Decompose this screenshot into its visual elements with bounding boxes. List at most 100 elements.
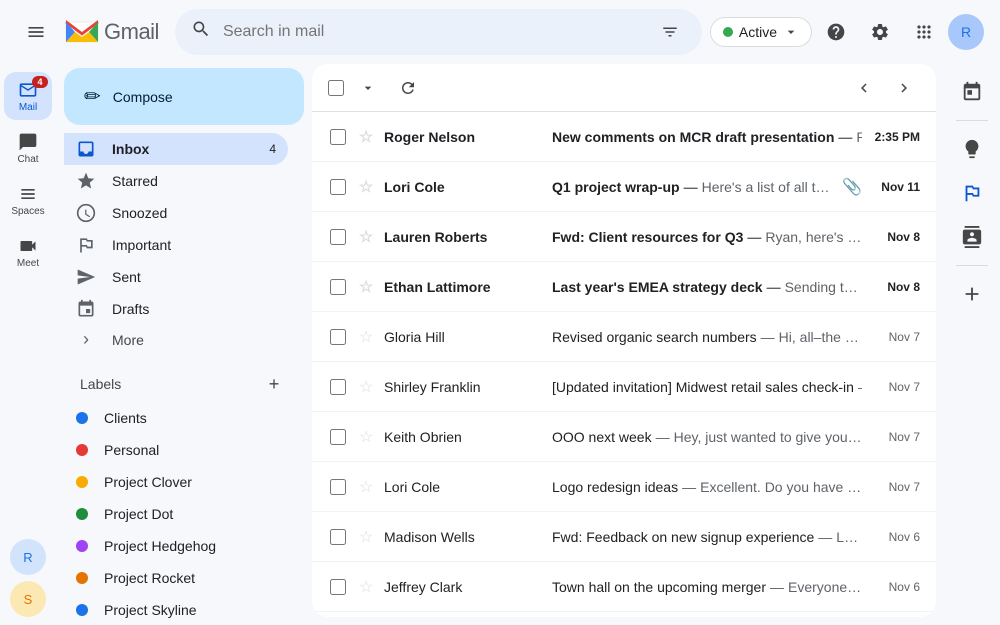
refresh-button[interactable] [392, 72, 424, 104]
email-checkbox[interactable] [328, 327, 348, 347]
nav-item-important[interactable]: Important [64, 229, 288, 261]
email-snippet: Roger Nelson said what abou… [856, 129, 862, 145]
right-panel-add[interactable] [952, 274, 992, 314]
select-all-checkbox[interactable] [328, 80, 344, 96]
email-sender: Ethan Lattimore [384, 279, 544, 295]
sidebar-item-mail[interactable]: Mail 4 [4, 72, 52, 120]
sidebar-item-spaces[interactable]: Spaces [4, 176, 52, 224]
inbox-count: 4 [269, 142, 276, 156]
email-checkbox[interactable] [328, 427, 348, 447]
email-star[interactable]: ☆ [356, 527, 376, 547]
drafts-icon [76, 299, 96, 319]
email-row[interactable]: ☆ Gloria Hill Revised organic search num… [312, 312, 936, 362]
email-star[interactable]: ☆ [356, 377, 376, 397]
menu-button[interactable] [16, 12, 56, 52]
email-subject: [Updated invitation] Midwest retail sale… [552, 379, 854, 395]
email-checkbox[interactable] [328, 377, 348, 397]
email-content: Q1 project wrap-up — Here's a list of al… [552, 179, 834, 195]
email-content: Town hall on the upcoming merger — Every… [552, 579, 862, 595]
prev-page-button[interactable] [848, 72, 880, 104]
nav-item-sent[interactable]: Sent [64, 261, 288, 293]
email-star[interactable]: ☆ [356, 127, 376, 147]
select-dropdown-button[interactable] [352, 72, 384, 104]
main-content: Mail 4 Chat Spaces Meet R S ✏ Compose [0, 64, 1000, 625]
email-subject: Q1 project wrap-up [552, 179, 680, 195]
search-tune-button[interactable] [654, 16, 686, 48]
email-row[interactable]: ☆ Keith Obrien OOO next week — Hey, just… [312, 412, 936, 462]
add-label-button[interactable]: + [260, 370, 288, 398]
email-checkbox[interactable] [328, 477, 348, 497]
email-checkbox[interactable] [328, 527, 348, 547]
nav-item-label-personal[interactable]: Personal [64, 434, 288, 466]
snoozed-icon [76, 203, 96, 223]
inbox-label: Inbox [112, 141, 253, 157]
email-row[interactable]: ☆ Jeffrey Clark Town hall on the upcomin… [312, 562, 936, 612]
labels-list: Clients Personal Project Clover Project … [64, 402, 304, 625]
apps-button[interactable] [904, 12, 944, 52]
email-checkbox[interactable] [328, 277, 348, 297]
email-checkbox[interactable] [328, 577, 348, 597]
nav-item-label-clients[interactable]: Clients [64, 402, 288, 434]
settings-button[interactable] [860, 12, 900, 52]
labels-heading: Labels [80, 376, 121, 392]
email-star[interactable]: ☆ [356, 227, 376, 247]
email-subject: Fwd: Client resources for Q3 [552, 229, 743, 245]
email-snippet: Looping in Annika. The feedback… [836, 529, 862, 545]
nav-item-drafts[interactable]: Drafts [64, 293, 288, 325]
right-panel-tasks[interactable] [952, 173, 992, 213]
sidebar-item-chat[interactable]: Chat [4, 124, 52, 172]
mail-badge: 4 [32, 76, 48, 88]
nav-item-starred[interactable]: Starred [64, 165, 288, 197]
inbox-icon [76, 139, 96, 159]
icon-sidebar: Mail 4 Chat Spaces Meet R S [0, 64, 56, 625]
right-panel-keep[interactable] [952, 129, 992, 169]
nav-item-snoozed[interactable]: Snoozed [64, 197, 288, 229]
email-row[interactable]: ☆ Lauren Roberts Fwd: Client resources f… [312, 212, 936, 262]
search-input[interactable] [223, 23, 654, 41]
email-star[interactable]: ☆ [356, 177, 376, 197]
email-meta: Nov 7 [870, 480, 920, 494]
email-meta: Nov 8 [870, 230, 920, 244]
nav-item-label-project-skyline[interactable]: Project Skyline [64, 594, 288, 625]
email-meta: 2:35 PM [870, 130, 920, 144]
email-row[interactable]: ☆ Roger Nelson Two pics from the confere… [312, 612, 936, 617]
user-avatar-2[interactable]: S [10, 581, 46, 617]
email-star[interactable]: ☆ [356, 277, 376, 297]
nav-item-label-project-rocket[interactable]: Project Rocket [64, 562, 288, 594]
user-avatar-1[interactable]: R [10, 539, 46, 575]
email-snippet: Here's a list of all the top challenges … [702, 179, 835, 195]
nav-sidebar: ✏ Compose Inbox 4 Starred Snoozed [56, 64, 312, 625]
email-row[interactable]: ☆ Ethan Lattimore Last year's EMEA strat… [312, 262, 936, 312]
compose-button[interactable]: ✏ Compose [64, 68, 304, 125]
email-row[interactable]: ☆ Madison Wells Fwd: Feedback on new sig… [312, 512, 936, 562]
email-checkbox[interactable] [328, 127, 348, 147]
right-panel-contacts[interactable] [952, 217, 992, 257]
email-row[interactable]: ☆ Shirley Franklin [Updated invitation] … [312, 362, 936, 412]
email-star[interactable]: ☆ [356, 477, 376, 497]
email-checkbox[interactable] [328, 227, 348, 247]
email-star[interactable]: ☆ [356, 427, 376, 447]
help-button[interactable] [816, 12, 856, 52]
next-page-button[interactable] [888, 72, 920, 104]
right-panel-calendar[interactable] [952, 72, 992, 112]
nav-item-label-project-clover[interactable]: Project Clover [64, 466, 288, 498]
email-content: Logo redesign ideas — Excellent. Do you … [552, 479, 862, 495]
nav-item-label-project-dot[interactable]: Project Dot [64, 498, 288, 530]
active-dot [723, 27, 733, 37]
nav-item-inbox[interactable]: Inbox 4 [64, 133, 288, 165]
email-row[interactable]: ☆ Roger Nelson New comments on MCR draft… [312, 112, 936, 162]
email-checkbox[interactable] [328, 177, 348, 197]
email-subject: Last year's EMEA strategy deck [552, 279, 763, 295]
email-row[interactable]: ☆ Lori Cole Logo redesign ideas — Excell… [312, 462, 936, 512]
sidebar-item-meet[interactable]: Meet [4, 228, 52, 276]
email-meta: Nov 8 [870, 280, 920, 294]
nav-more-1[interactable]: › More [64, 325, 304, 354]
email-star[interactable]: ☆ [356, 577, 376, 597]
email-star[interactable]: ☆ [356, 327, 376, 347]
account-avatar[interactable]: R [948, 14, 984, 50]
search-bar[interactable] [175, 9, 702, 55]
nav-item-label-project-hedgehog[interactable]: Project Hedgehog [64, 530, 288, 562]
email-row[interactable]: ☆ Lori Cole Q1 project wrap-up — Here's … [312, 162, 936, 212]
active-label: Active [739, 24, 777, 40]
active-status-badge[interactable]: Active [710, 17, 812, 47]
